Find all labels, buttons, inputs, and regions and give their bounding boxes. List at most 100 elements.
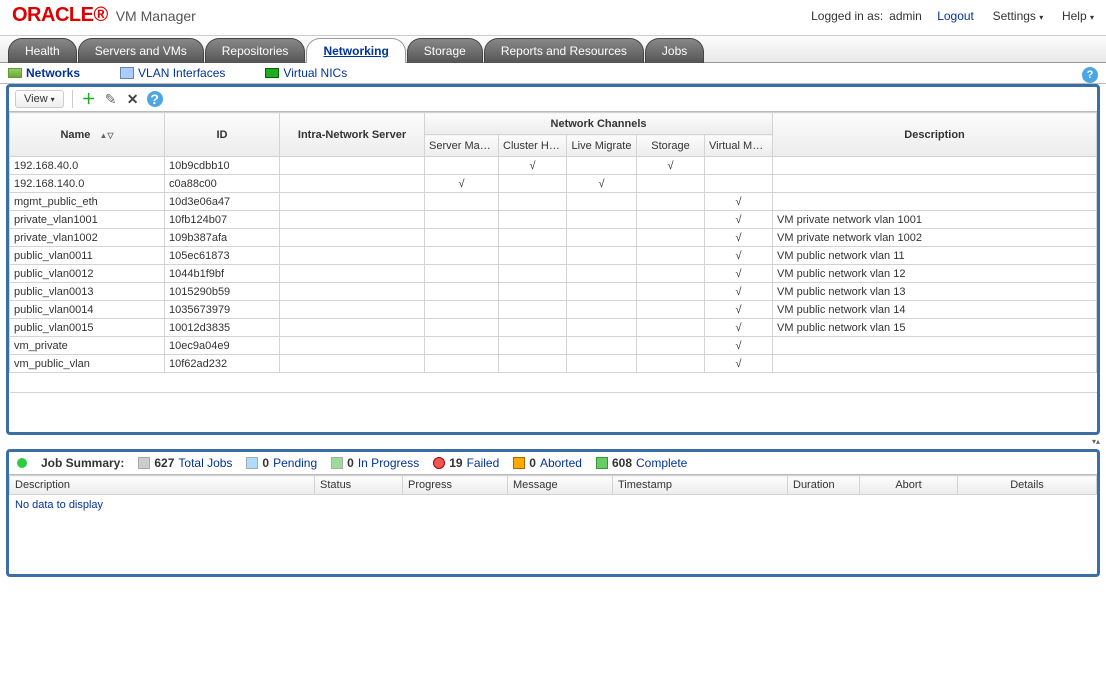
cell-virtual-machine: √: [705, 301, 773, 319]
networks-grid-wrap: Name ▲▽ ID Intra-Network Server Network …: [9, 112, 1097, 432]
cell-cluster-heartbeat: [499, 355, 567, 373]
subtab-networks[interactable]: Networks: [8, 66, 80, 80]
sub-tab-bar: Networks VLAN Interfaces Virtual NICs ?: [0, 63, 1106, 84]
jcol-duration[interactable]: Duration: [788, 476, 860, 495]
cell-live-migrate: [567, 265, 637, 283]
cell-id: 10d3e06a47: [165, 193, 280, 211]
cell-id: 10b9cdbb10: [165, 157, 280, 175]
col-name[interactable]: Name ▲▽: [10, 113, 165, 157]
logged-in-label: Logged in as:: [811, 9, 883, 23]
table-row[interactable]: public_vlan00131015290b59√VM public netw…: [10, 283, 1097, 301]
tab-servers[interactable]: Servers and VMs: [78, 38, 204, 63]
cell-description: VM private network vlan 1002: [773, 229, 1097, 247]
tab-health[interactable]: Health: [8, 38, 77, 63]
cell-cluster-heartbeat: [499, 193, 567, 211]
tab-repositories[interactable]: Repositories: [205, 38, 306, 63]
table-row[interactable]: private_vlan100110fb124b07√VM private ne…: [10, 211, 1097, 229]
subtab-vnic-label: Virtual NICs: [283, 66, 347, 80]
table-row[interactable]: public_vlan00121044b1f9bf√VM public netw…: [10, 265, 1097, 283]
edit-network-button[interactable]: ✎: [103, 91, 119, 107]
cell-description: VM public network vlan 13: [773, 283, 1097, 301]
tab-jobs[interactable]: Jobs: [645, 38, 704, 63]
cell-cluster-heartbeat: [499, 211, 567, 229]
job-complete[interactable]: 608 Complete: [596, 456, 687, 470]
collapse-handle[interactable]: ▾▴: [1082, 437, 1100, 447]
jcol-timestamp[interactable]: Timestamp: [613, 476, 788, 495]
col-live-migrate[interactable]: Live Migrate: [567, 135, 637, 157]
jcol-progress[interactable]: Progress: [403, 476, 508, 495]
table-row[interactable]: public_vlan0011105ec61873√VM public netw…: [10, 247, 1097, 265]
cell-intra: [280, 337, 425, 355]
chevron-down-icon: ▾: [1039, 13, 1043, 22]
subtab-vnic[interactable]: Virtual NICs: [265, 66, 347, 80]
jcol-message[interactable]: Message: [508, 476, 613, 495]
cell-intra: [280, 175, 425, 193]
logout-link[interactable]: Logout: [937, 9, 974, 23]
table-row[interactable]: public_vlan00141035673979√VM public netw…: [10, 301, 1097, 319]
cell-virtual-machine: √: [705, 193, 773, 211]
tab-storage[interactable]: Storage: [407, 38, 483, 63]
col-virtual-machine[interactable]: Virtual Machine: [705, 135, 773, 157]
toolbar-help-button[interactable]: ?: [147, 91, 163, 107]
table-row[interactable]: vm_public_vlan10f62ad232√: [10, 355, 1097, 373]
cell-server-mgmt: [425, 211, 499, 229]
cell-live-migrate: [567, 157, 637, 175]
job-aborted[interactable]: 0 Aborted: [513, 456, 582, 470]
jcol-details[interactable]: Details: [958, 476, 1097, 495]
tab-networking[interactable]: Networking: [306, 38, 405, 63]
subtab-networks-label: Networks: [26, 66, 80, 80]
job-pending[interactable]: 0 Pending: [246, 456, 317, 470]
cell-intra: [280, 211, 425, 229]
table-row[interactable]: public_vlan001510012d3835√VM public netw…: [10, 319, 1097, 337]
col-server-mgmt[interactable]: Server Management: [425, 135, 499, 157]
col-storage[interactable]: Storage: [637, 135, 705, 157]
jcol-description[interactable]: Description: [10, 476, 315, 495]
tab-reports[interactable]: Reports and Resources: [484, 38, 644, 63]
job-inprogress[interactable]: 0 In Progress: [331, 456, 419, 470]
job-pending-count: 0: [262, 456, 269, 470]
cell-intra: [280, 247, 425, 265]
col-id[interactable]: ID: [165, 113, 280, 157]
job-failed[interactable]: 19 Failed: [433, 456, 499, 470]
cell-name: 192.168.40.0: [10, 157, 165, 175]
col-intra[interactable]: Intra-Network Server: [280, 113, 425, 157]
cell-virtual-machine: √: [705, 211, 773, 229]
col-name-label: Name: [60, 129, 90, 141]
cell-id: c0a88c00: [165, 175, 280, 193]
view-menu-button[interactable]: View ▾: [15, 90, 64, 108]
cell-name: 192.168.140.0: [10, 175, 165, 193]
job-total[interactable]: 627 Total Jobs: [138, 456, 232, 470]
cell-id: 10fb124b07: [165, 211, 280, 229]
settings-menu[interactable]: Settings ▾: [993, 9, 1044, 23]
delete-network-button[interactable]: ✕: [125, 91, 141, 107]
pending-icon: [246, 457, 258, 469]
table-row[interactable]: private_vlan1002109b387afa√VM private ne…: [10, 229, 1097, 247]
job-summary-panel: Job Summary: 627 Total Jobs 0 Pending 0 …: [6, 449, 1100, 577]
job-inprog-count: 0: [347, 456, 354, 470]
cell-storage: [637, 337, 705, 355]
job-summary-header: Job Summary: 627 Total Jobs 0 Pending 0 …: [9, 452, 1097, 474]
cell-server-mgmt: [425, 157, 499, 175]
cell-name: public_vlan0012: [10, 265, 165, 283]
col-cluster-heartbeat[interactable]: Cluster Heartbeat: [499, 135, 567, 157]
cell-virtual-machine: √: [705, 229, 773, 247]
header-right: Logged in as: admin Logout Settings ▾ He…: [811, 9, 1094, 23]
table-row[interactable]: 192.168.140.0c0a88c00√√: [10, 175, 1097, 193]
complete-icon: [596, 457, 608, 469]
cell-name: private_vlan1002: [10, 229, 165, 247]
table-row[interactable]: mgmt_public_eth10d3e06a47√: [10, 193, 1097, 211]
jcol-status[interactable]: Status: [315, 476, 403, 495]
table-row[interactable]: 192.168.40.010b9cdbb10√√: [10, 157, 1097, 175]
col-description[interactable]: Description: [773, 113, 1097, 157]
cell-id: 1044b1f9bf: [165, 265, 280, 283]
cell-name: public_vlan0011: [10, 247, 165, 265]
help-icon[interactable]: ?: [1082, 67, 1098, 83]
cell-description: VM public network vlan 11: [773, 247, 1097, 265]
help-menu[interactable]: Help ▾: [1062, 9, 1094, 23]
cell-live-migrate: [567, 337, 637, 355]
add-network-button[interactable]: ＋: [81, 91, 97, 107]
subtab-vlan[interactable]: VLAN Interfaces: [120, 66, 225, 80]
table-row[interactable]: vm_private10ec9a04e9√: [10, 337, 1097, 355]
jcol-abort[interactable]: Abort: [860, 476, 958, 495]
splitter: ▾▴: [0, 439, 1106, 449]
